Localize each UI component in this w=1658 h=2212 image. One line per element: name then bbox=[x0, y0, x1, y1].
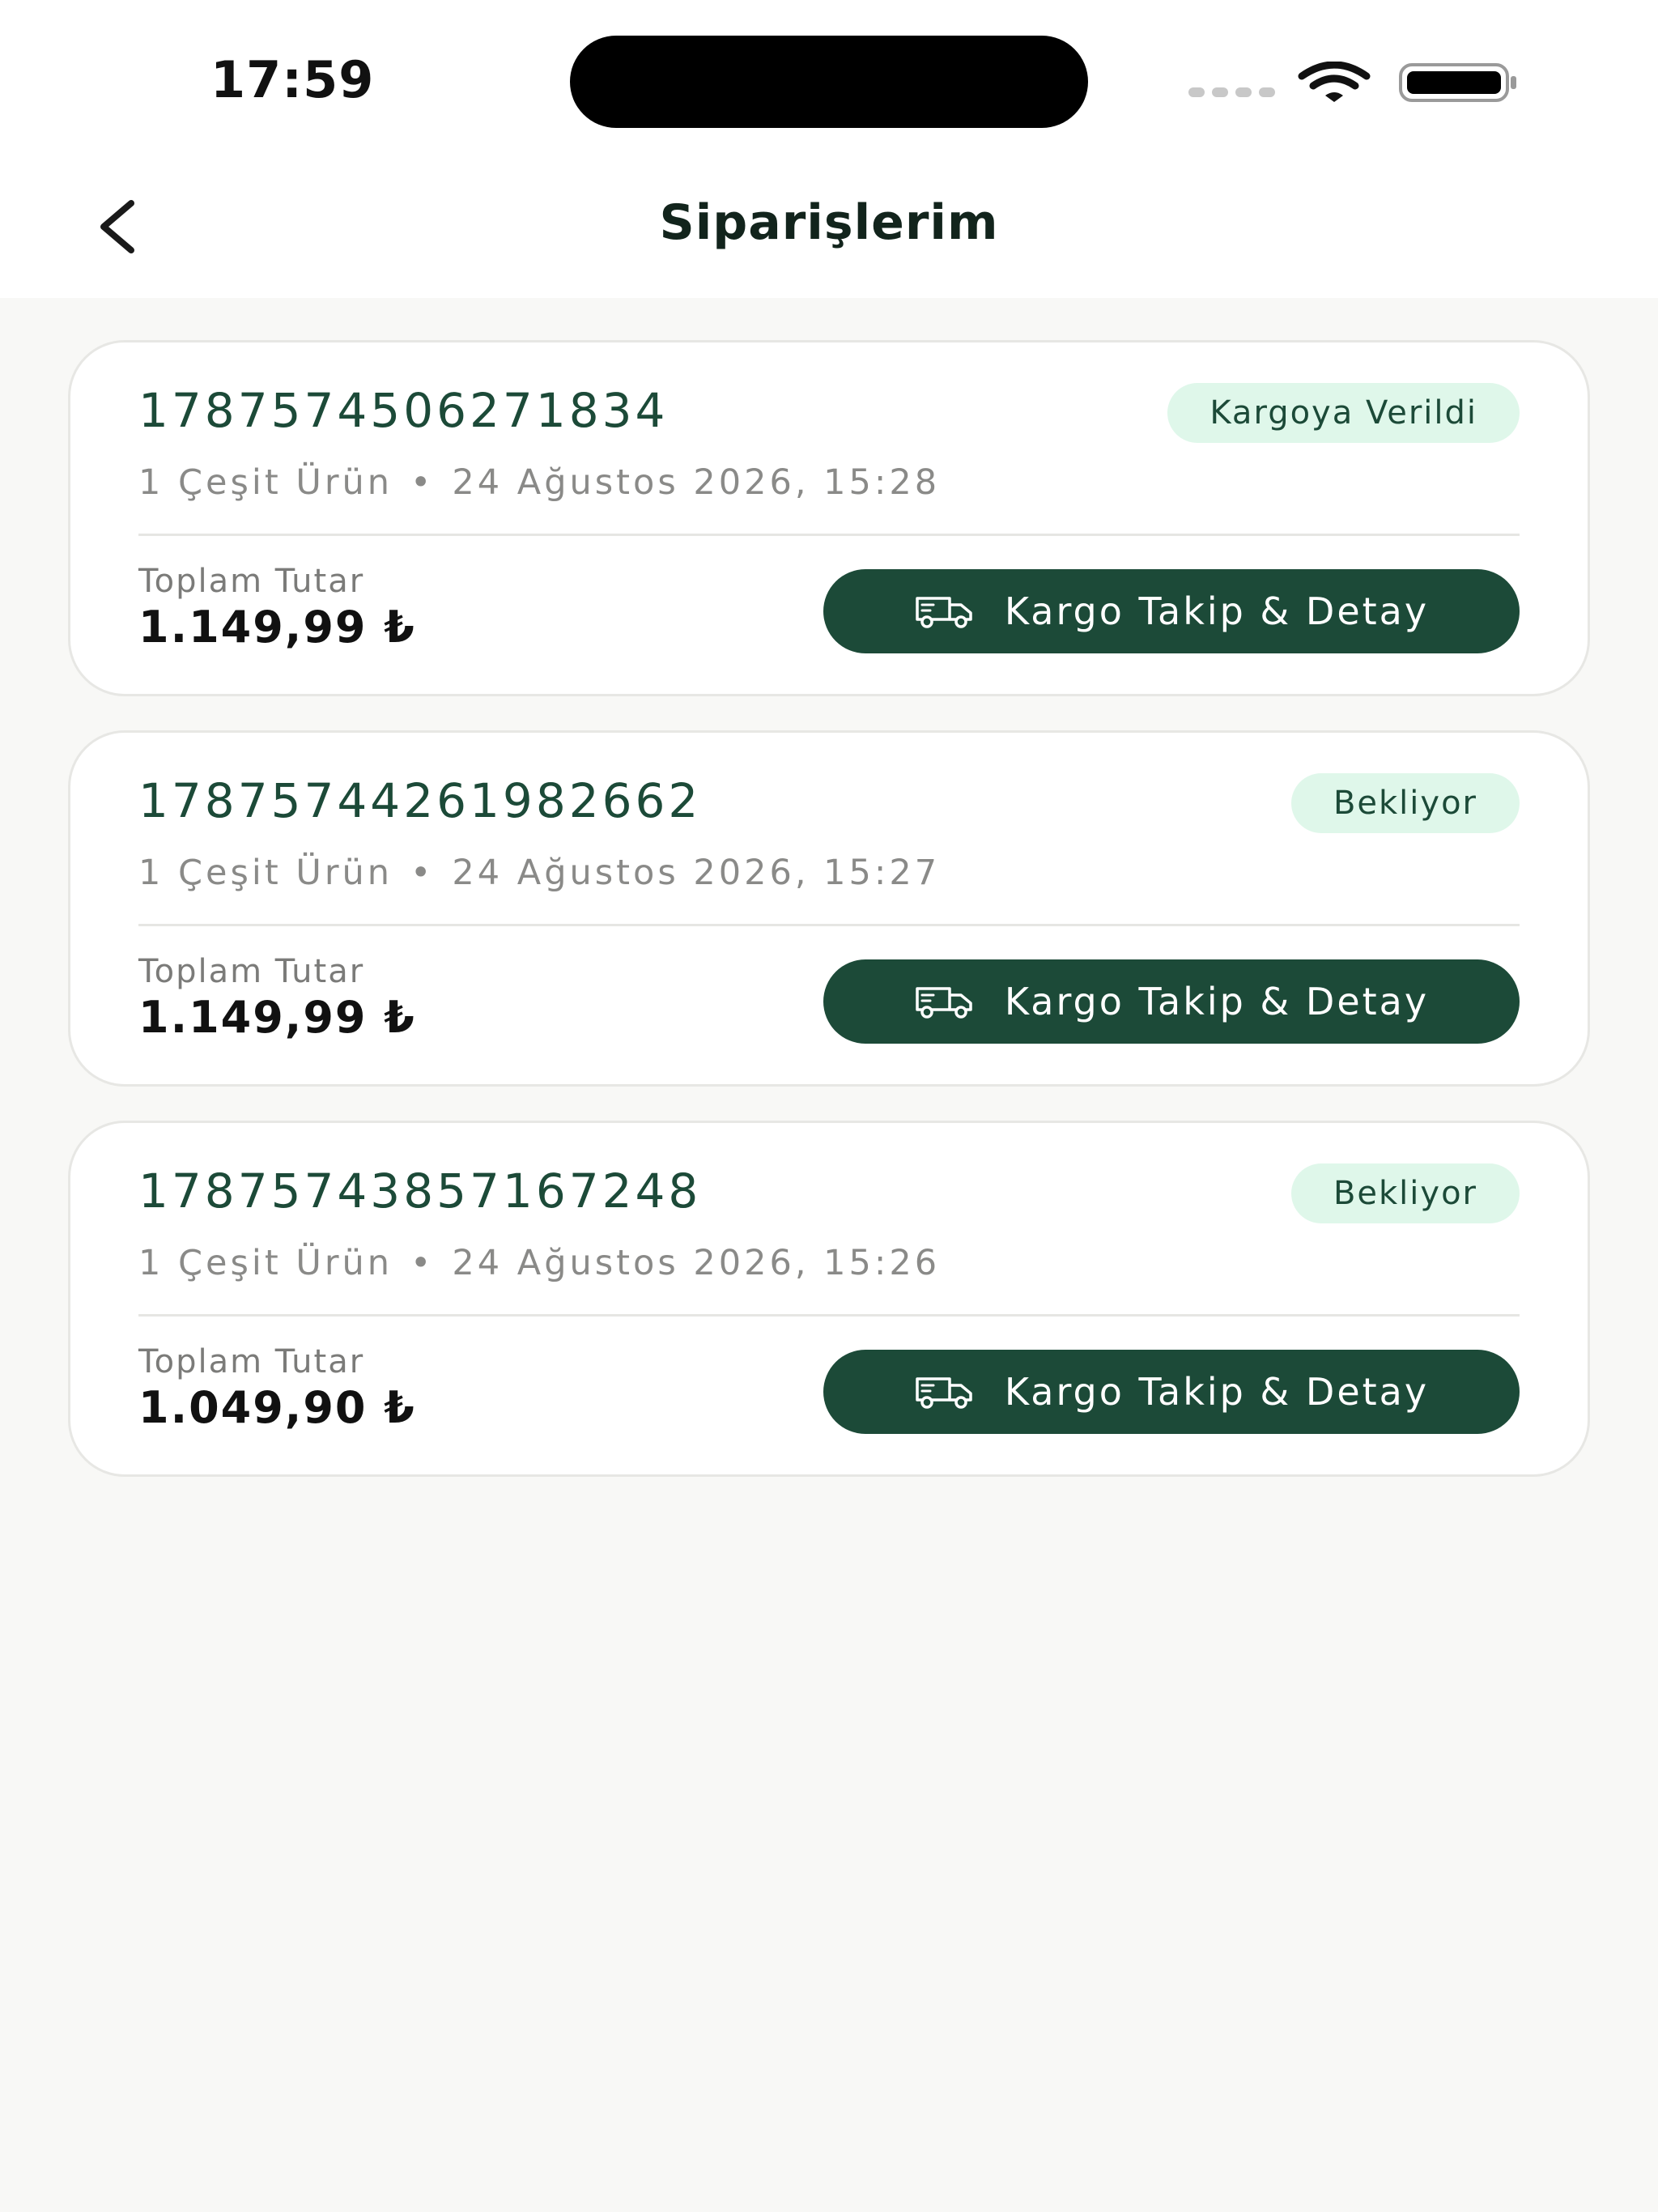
cargo-tracking-button[interactable]: Kargo Takip & Detay bbox=[823, 959, 1520, 1044]
status-time: 17:59 bbox=[210, 50, 375, 109]
total-value: 1.049,90 ₺ bbox=[138, 1382, 416, 1433]
order-id: 17875744261982662 bbox=[138, 773, 702, 828]
divider bbox=[138, 924, 1520, 926]
total-label: Toplam Tutar bbox=[138, 953, 365, 990]
button-label: Kargo Takip & Detay bbox=[1004, 589, 1430, 633]
order-meta: 1 Çeşit Ürün • 24 Ağustos 2026, 15:26 bbox=[138, 1243, 940, 1283]
item-count: 1 Çeşit Ürün bbox=[138, 1243, 393, 1283]
order-card: 17875743857167248 Bekliyor 1 Çeşit Ürün •… bbox=[68, 1121, 1590, 1477]
divider bbox=[138, 534, 1520, 536]
button-label: Kargo Takip & Detay bbox=[1004, 980, 1430, 1023]
truck-icon bbox=[916, 1377, 972, 1409]
separator-dot: • bbox=[410, 853, 435, 893]
cargo-tracking-button[interactable]: Kargo Takip & Detay bbox=[823, 1350, 1520, 1434]
total-label: Toplam Tutar bbox=[138, 563, 365, 600]
status-badge: Kargoya Verildi bbox=[1167, 383, 1520, 443]
order-meta: 1 Çeşit Ürün • 24 Ağustos 2026, 15:27 bbox=[138, 853, 940, 893]
screen: 17:59 Siparişlerim 1787574506271834 Karg… bbox=[0, 0, 1658, 2212]
order-date: 24 Ağustos 2026, 15:27 bbox=[452, 853, 941, 893]
item-count: 1 Çeşit Ürün bbox=[138, 462, 393, 503]
order-date: 24 Ağustos 2026, 15:28 bbox=[452, 462, 941, 503]
dynamic-island bbox=[570, 36, 1088, 128]
cargo-tracking-button[interactable]: Kargo Takip & Detay bbox=[823, 569, 1520, 653]
divider bbox=[138, 1314, 1520, 1317]
order-id: 1787574506271834 bbox=[138, 383, 669, 438]
battery-icon bbox=[1399, 63, 1516, 102]
order-card: 17875744261982662 Bekliyor 1 Çeşit Ürün •… bbox=[68, 730, 1590, 1087]
order-card: 1787574506271834 Kargoya Verildi 1 Çeşit… bbox=[68, 340, 1590, 696]
truck-icon bbox=[916, 987, 972, 1019]
separator-dot: • bbox=[410, 1243, 435, 1283]
truck-icon bbox=[916, 597, 972, 628]
page-title: Siparişlerim bbox=[659, 194, 999, 251]
wifi-icon bbox=[1298, 62, 1371, 102]
order-date: 24 Ağustos 2026, 15:26 bbox=[452, 1243, 941, 1283]
separator-dot: • bbox=[410, 462, 435, 503]
top-bar: 17:59 Siparişlerim bbox=[0, 0, 1658, 298]
order-meta: 1 Çeşit Ürün • 24 Ağustos 2026, 15:28 bbox=[138, 462, 940, 503]
status-badge: Bekliyor bbox=[1290, 1163, 1520, 1223]
cellular-signal-icon bbox=[1188, 87, 1275, 97]
order-id: 17875743857167248 bbox=[138, 1163, 702, 1219]
status-badge: Bekliyor bbox=[1290, 773, 1520, 833]
total-value: 1.149,99 ₺ bbox=[138, 602, 416, 653]
total-value: 1.149,99 ₺ bbox=[138, 992, 416, 1043]
total-label: Toplam Tutar bbox=[138, 1343, 365, 1380]
item-count: 1 Çeşit Ürün bbox=[138, 853, 393, 893]
button-label: Kargo Takip & Detay bbox=[1004, 1370, 1430, 1414]
